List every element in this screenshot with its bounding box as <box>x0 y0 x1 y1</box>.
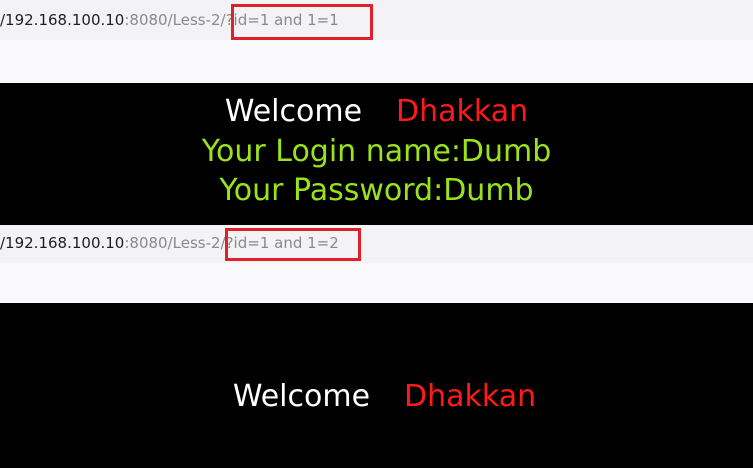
welcome-name-bottom: Dhakkan <box>404 379 537 414</box>
password-line: Your Password:Dumb <box>219 173 534 208</box>
login-name-line: Your Login name:Dumb <box>201 134 552 169</box>
toolbar-spacer-bottom <box>0 263 753 303</box>
toolbar-spacer-top <box>0 40 753 83</box>
url-host-top: /192.168.100.10 <box>0 11 125 29</box>
welcome-label-bottom: Welcome <box>232 379 371 414</box>
query-highlight-box-bottom <box>225 228 361 261</box>
address-bar-bottom[interactable]: /192.168.100.10:8080/Less-2/?id=1 and 1=… <box>0 225 753 263</box>
welcome-name-top: Dhakkan <box>396 94 529 129</box>
page-content-bottom: Welcome Dhakkan <box>0 303 753 468</box>
url-host-bottom: /192.168.100.10 <box>0 234 125 252</box>
address-bar-top[interactable]: /192.168.100.10:8080/Less-2/?id=1 and 1=… <box>0 0 753 40</box>
page-content-top: Welcome Dhakkan Your Login name:Dumb Your… <box>0 83 753 225</box>
query-highlight-box-top <box>231 4 373 40</box>
welcome-line-top: Welcome Dhakkan <box>0 93 753 131</box>
welcome-label-top: Welcome <box>224 94 363 129</box>
url-path-bottom: :8080/Less-2/ <box>124 234 226 252</box>
welcome-line-bottom: Welcome Dhakkan <box>8 378 753 416</box>
url-path-top: :8080/Less-2/ <box>124 11 226 29</box>
